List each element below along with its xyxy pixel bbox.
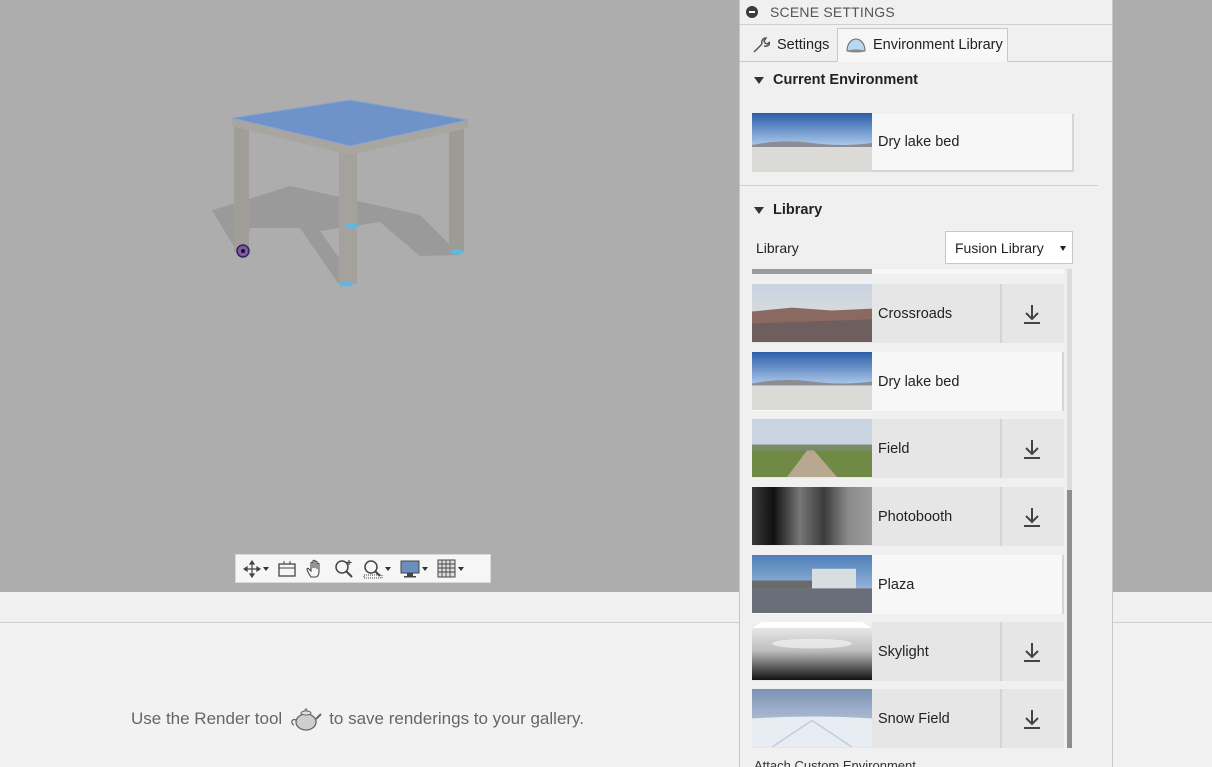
environment-thumbnail <box>752 622 872 680</box>
vertex-marker <box>339 281 353 287</box>
download-button[interactable] <box>1002 419 1062 478</box>
wrench-icon <box>753 36 770 53</box>
chevron-down-icon <box>385 566 391 571</box>
table-top <box>231 99 469 147</box>
list-item[interactable]: Crossroads <box>752 284 1064 343</box>
teapot-icon <box>290 705 322 733</box>
library-select-label: Library <box>756 240 799 256</box>
divider <box>740 185 1098 186</box>
tab-label: Settings <box>777 36 830 53</box>
table-leg <box>449 122 464 253</box>
download-button[interactable] <box>1002 284 1062 343</box>
vertex-marker <box>345 223 359 229</box>
chevron-down-icon <box>422 566 428 571</box>
orbit-button[interactable] <box>240 555 272 582</box>
download-icon <box>1024 709 1040 729</box>
environment-thumbnail <box>752 689 872 747</box>
download-button[interactable] <box>1002 689 1062 748</box>
item-label: Snow Field <box>878 710 950 727</box>
chevron-down-icon <box>263 566 269 571</box>
environment-list[interactable]: Crossroads Dry lake bed Field Photobooth… <box>752 269 1068 748</box>
triangle-down-icon <box>754 206 764 214</box>
zoom-icon <box>335 559 353 578</box>
table-leg <box>339 150 357 284</box>
panel-header[interactable]: SCENE SETTINGS <box>740 0 1112 25</box>
pan-icon <box>306 559 320 578</box>
item-label: Photobooth <box>878 508 953 525</box>
environment-thumbnail <box>752 555 872 613</box>
look-at-icon <box>278 560 296 577</box>
orbit-icon <box>243 559 261 578</box>
display-settings-icon <box>400 560 420 577</box>
download-button[interactable] <box>1002 487 1062 546</box>
section-title: Current Environment <box>773 72 919 88</box>
environment-thumbnail <box>752 352 872 410</box>
list-item-partial <box>872 269 1064 274</box>
environment-thumbnail <box>752 419 872 477</box>
environment-thumbnail <box>752 113 872 171</box>
environment-thumbnail <box>752 487 872 545</box>
list-item[interactable]: Field <box>752 419 1064 478</box>
current-environment-header[interactable]: Current Environment <box>754 72 918 88</box>
item-label: Crossroads <box>878 305 953 322</box>
download-button[interactable] <box>1002 622 1062 681</box>
library-select-value: Fusion Library <box>955 239 1044 256</box>
attach-environment-link[interactable]: Attach Custom Environment <box>754 758 916 767</box>
table-model[interactable] <box>0 0 739 592</box>
environment-thumbnail <box>752 284 872 342</box>
section-title: Library <box>773 202 823 218</box>
zoom-button[interactable] <box>331 555 357 582</box>
item-label: Skylight <box>878 643 929 660</box>
gallery-message: Use the Render tool to save renderings t… <box>131 702 584 736</box>
scene-settings-panel: SCENE SETTINGS Settings Environment Libr… <box>739 0 1113 767</box>
vertex-marker <box>450 249 464 255</box>
item-label: Dry lake bed <box>878 373 960 390</box>
grid-button[interactable] <box>434 555 467 582</box>
display-settings-button[interactable] <box>397 555 431 582</box>
scrollbar-thumb[interactable] <box>1067 490 1072 748</box>
collapse-icon[interactable] <box>746 6 758 18</box>
panel-title: SCENE SETTINGS <box>770 4 895 20</box>
list-item[interactable]: Dry lake bed <box>752 352 1064 411</box>
item-label: Field <box>878 440 910 457</box>
list-item[interactable]: Photobooth <box>752 487 1064 546</box>
grid-icon <box>437 559 456 578</box>
origin-dot <box>241 249 245 253</box>
list-item[interactable]: Skylight <box>752 622 1064 681</box>
list-item[interactable]: Plaza <box>752 555 1064 614</box>
chevron-down-icon <box>458 566 464 571</box>
download-icon <box>1024 439 1040 459</box>
tab-label: Environment Library <box>873 37 1003 53</box>
look-at-button[interactable] <box>275 555 299 582</box>
library-select[interactable]: Fusion Library <box>945 231 1073 264</box>
pan-button[interactable] <box>302 555 328 582</box>
table-leg <box>234 126 249 252</box>
tab-bar: Settings Environment Library <box>740 25 1112 62</box>
gallery-message-text: Use the Render tool <box>131 709 283 728</box>
list-item-partial <box>752 269 872 274</box>
download-icon <box>1024 304 1040 324</box>
gallery-message-text: to save renderings to your gallery. <box>329 709 585 728</box>
current-environment-name: Dry lake bed <box>878 134 960 150</box>
library-header[interactable]: Library <box>754 202 822 218</box>
fit-button[interactable] <box>360 555 394 582</box>
tab-environment-library[interactable]: Environment Library <box>837 28 1008 62</box>
item-label: Plaza <box>878 576 915 593</box>
table-shadow <box>212 186 460 283</box>
current-environment-card[interactable]: Dry lake bed <box>752 113 1074 172</box>
download-icon <box>1024 642 1040 662</box>
sky-dome-icon <box>846 38 866 53</box>
navigation-toolbar <box>235 554 491 583</box>
chevron-down-icon <box>1060 246 1066 251</box>
fit-icon <box>363 559 383 578</box>
download-icon <box>1024 507 1040 527</box>
triangle-down-icon <box>754 76 764 84</box>
scrollbar[interactable] <box>1067 269 1072 748</box>
list-item[interactable]: Snow Field <box>752 689 1064 748</box>
tab-settings[interactable]: Settings <box>748 28 833 61</box>
